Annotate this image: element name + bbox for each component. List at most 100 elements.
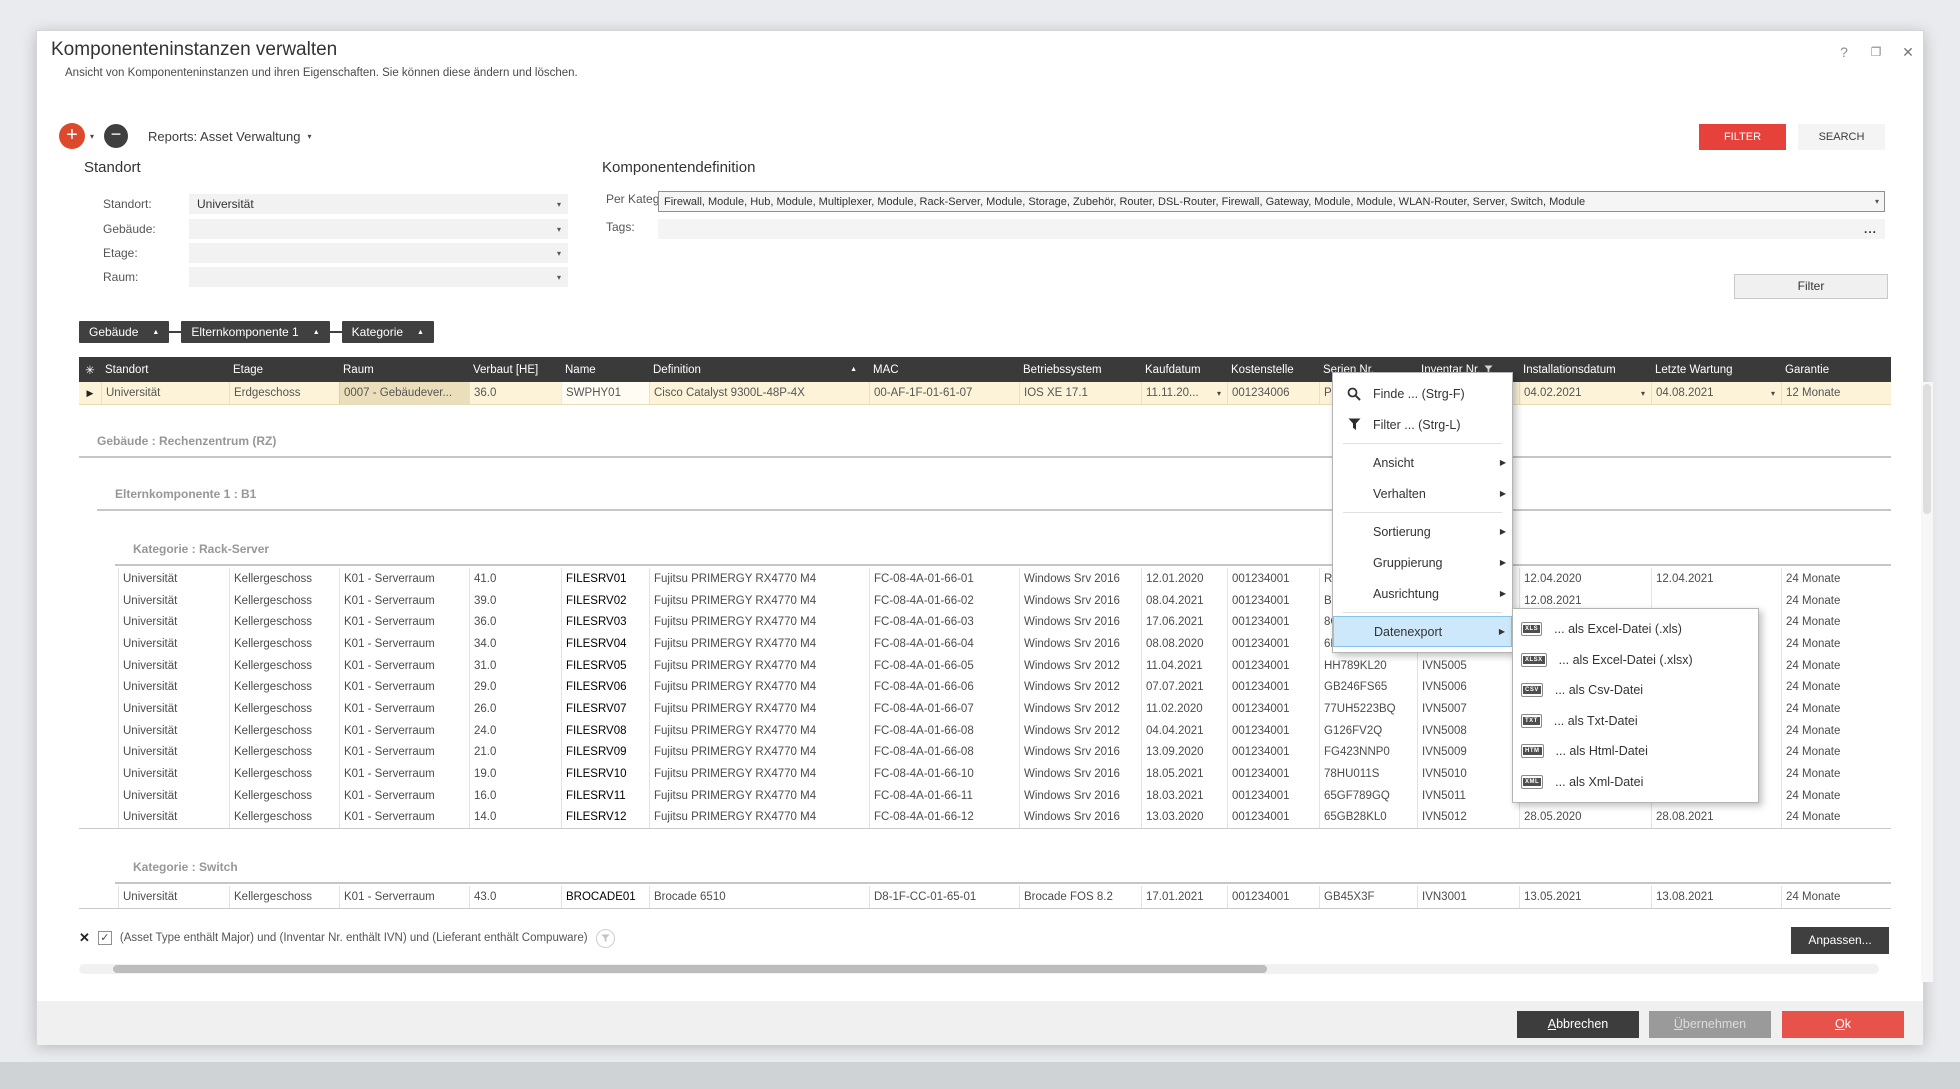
export-item-htm[interactable]: HTM... als Html-Datei [1513,736,1758,767]
cell-garantie[interactable]: 24 Monate [1781,763,1879,785]
column-header-standort[interactable]: Standort [101,357,229,382]
cell-definition[interactable]: Fujitsu PRIMERGY RX4770 M4 [649,720,869,742]
cell-standort[interactable]: Universität [118,720,229,742]
cell-verbaut-he[interactable]: 43.0 [469,886,561,908]
cell-name[interactable]: FILESRV07 [561,698,649,720]
cell-inventar-nr[interactable]: IVN5009 [1417,742,1519,764]
column-header-etage[interactable]: Etage [229,357,339,382]
cell-raum[interactable]: K01 - Serverraum [339,655,469,677]
cell-definition[interactable]: Fujitsu PRIMERGY RX4770 M4 [649,676,869,698]
cell-kaufdatum[interactable]: 17.01.2021 [1141,886,1227,908]
group-chip-geb-ude[interactable]: Gebäude▲ [79,321,169,343]
cell-kaufdatum[interactable]: 11.04.2021 [1141,655,1227,677]
cell-kostenstelle[interactable]: 001234001 [1227,807,1319,829]
cell-kaufdatum[interactable]: 18.05.2021 [1141,763,1227,785]
cell-kostenstelle[interactable]: 001234001 [1227,590,1319,612]
cell-raum[interactable]: K01 - Serverraum [339,676,469,698]
cell-mac[interactable]: FC-08-4A-01-66-04 [869,633,1019,655]
cell-inventar-nr[interactable]: IVN5006 [1417,676,1519,698]
cell-inventar-nr[interactable]: IVN3001 [1417,886,1519,908]
cell-installationsdatum[interactable]: 13.05.2021 [1519,886,1651,908]
cell-kostenstelle[interactable]: 001234001 [1227,785,1319,807]
column-header-raum[interactable]: Raum [339,357,469,382]
cell-verbaut-he[interactable]: 26.0 [469,698,561,720]
cell-betriebssystem[interactable]: IOS XE 17.1 [1019,382,1141,404]
table-row[interactable]: UniversitätKellergeschossK01 - Serverrau… [79,807,1891,829]
cell-letzte-wartung[interactable]: 04.08.2021▾ [1651,382,1781,404]
cell-kaufdatum[interactable]: 12.01.2020 [1141,568,1227,590]
cell-raum[interactable]: K01 - Serverraum [339,785,469,807]
cell-etage[interactable]: Kellergeschoss [229,720,339,742]
cell-mac[interactable]: FC-08-4A-01-66-07 [869,698,1019,720]
column-header-garantie[interactable]: Garantie [1781,357,1879,382]
cell-mac[interactable]: FC-08-4A-01-66-08 [869,742,1019,764]
cell-name[interactable]: FILESRV09 [561,742,649,764]
cell-serien-nr[interactable]: GB246FS65 [1319,676,1417,698]
cell-inventar-nr[interactable]: IVN5005 [1417,655,1519,677]
cell-name[interactable]: FILESRV02 [561,590,649,612]
cell-name[interactable]: FILESRV10 [561,763,649,785]
cell-betriebssystem[interactable]: Windows Srv 2012 [1019,698,1141,720]
export-item-xls[interactable]: XLS... als Excel-Datei (.xls) [1513,614,1758,645]
cell-letzte-wartung[interactable]: 12.04.2021 [1651,568,1781,590]
cell-etage[interactable]: Kellergeschoss [229,611,339,633]
help-icon[interactable]: ? [1831,41,1857,63]
horizontal-scrollbar[interactable] [79,964,1879,974]
cell-raum[interactable]: K01 - Serverraum [339,742,469,764]
cell-serien-nr[interactable]: FG423NNP0 [1319,742,1417,764]
cell-betriebssystem[interactable]: Windows Srv 2016 [1019,785,1141,807]
cell-kaufdatum[interactable]: 04.04.2021 [1141,720,1227,742]
cell-mac[interactable]: FC-08-4A-01-66-08 [869,720,1019,742]
menu-item-ausrichtung[interactable]: Ausrichtung▶ [1333,578,1512,609]
remove-filter-icon[interactable]: ✕ [79,930,90,946]
cell-kostenstelle[interactable]: 001234006 [1227,382,1319,404]
cell-etage[interactable]: Kellergeschoss [229,785,339,807]
cell-name[interactable]: FILESRV08 [561,720,649,742]
cell-betriebssystem[interactable]: Windows Srv 2016 [1019,568,1141,590]
anpassen-button[interactable]: Anpassen... [1791,927,1889,954]
cell-name[interactable]: FILESRV05 [561,655,649,677]
cell-standort[interactable]: Universität [118,633,229,655]
cell-standort[interactable]: Universität [118,698,229,720]
cell-raum[interactable]: 0007 - Gebäudever... [339,382,469,404]
cell-definition[interactable]: Fujitsu PRIMERGY RX4770 M4 [649,633,869,655]
cell-verbaut-he[interactable]: 39.0 [469,590,561,612]
cell-raum[interactable]: K01 - Serverraum [339,611,469,633]
cell-kostenstelle[interactable]: 001234001 [1227,611,1319,633]
cell-name[interactable]: FILESRV01 [561,568,649,590]
cell-definition[interactable]: Fujitsu PRIMERGY RX4770 M4 [649,785,869,807]
cell-mac[interactable]: FC-08-4A-01-66-11 [869,785,1019,807]
column-header-definition[interactable]: Definition▲ [649,357,869,382]
cell-inventar-nr[interactable]: IVN5012 [1417,807,1519,829]
chevron-down-icon[interactable]: ▾ [1771,389,1777,398]
cell-name[interactable]: FILESRV11 [561,785,649,807]
export-item-xml[interactable]: XML... als Xml-Datei [1513,767,1758,798]
cell-inventar-nr[interactable]: IVN5008 [1417,720,1519,742]
cell-etage[interactable]: Kellergeschoss [229,676,339,698]
cell-standort[interactable]: Universität [118,763,229,785]
cell-kaufdatum[interactable]: 08.08.2020 [1141,633,1227,655]
column-header-mac[interactable]: MAC [869,357,1019,382]
cell-garantie[interactable]: 24 Monate [1781,611,1879,633]
cell-verbaut-he[interactable]: 16.0 [469,785,561,807]
cell-verbaut-he[interactable]: 14.0 [469,807,561,829]
cell-definition[interactable]: Fujitsu PRIMERGY RX4770 M4 [649,763,869,785]
abbrechen-button[interactable]: Abbrechen [1517,1011,1639,1038]
menu-item-sortierung[interactable]: Sortierung▶ [1333,516,1512,547]
cell-definition[interactable]: Fujitsu PRIMERGY RX4770 M4 [649,590,869,612]
cell-garantie[interactable]: 24 Monate [1781,742,1879,764]
cell-mac[interactable]: 00-AF-1F-01-61-07 [869,382,1019,404]
cell-serien-nr[interactable]: 77UH5223BQ [1319,698,1417,720]
cell-definition[interactable]: Fujitsu PRIMERGY RX4770 M4 [649,807,869,829]
cell-kostenstelle[interactable]: 001234001 [1227,886,1319,908]
cell-etage[interactable]: Kellergeschoss [229,655,339,677]
menu-item-gruppierung[interactable]: Gruppierung▶ [1333,547,1512,578]
cell-etage[interactable]: Kellergeschoss [229,807,339,829]
cell-definition[interactable]: Cisco Catalyst 9300L-48P-4X [649,382,869,404]
cell-etage[interactable]: Kellergeschoss [229,698,339,720]
cell-raum[interactable]: K01 - Serverraum [339,720,469,742]
cell-definition[interactable]: Brocade 6510 [649,886,869,908]
cell-name[interactable]: BROCADE01 [561,886,649,908]
field-raum-dropdown[interactable]: ▾ [189,267,568,287]
cell-kaufdatum[interactable]: 18.03.2021 [1141,785,1227,807]
